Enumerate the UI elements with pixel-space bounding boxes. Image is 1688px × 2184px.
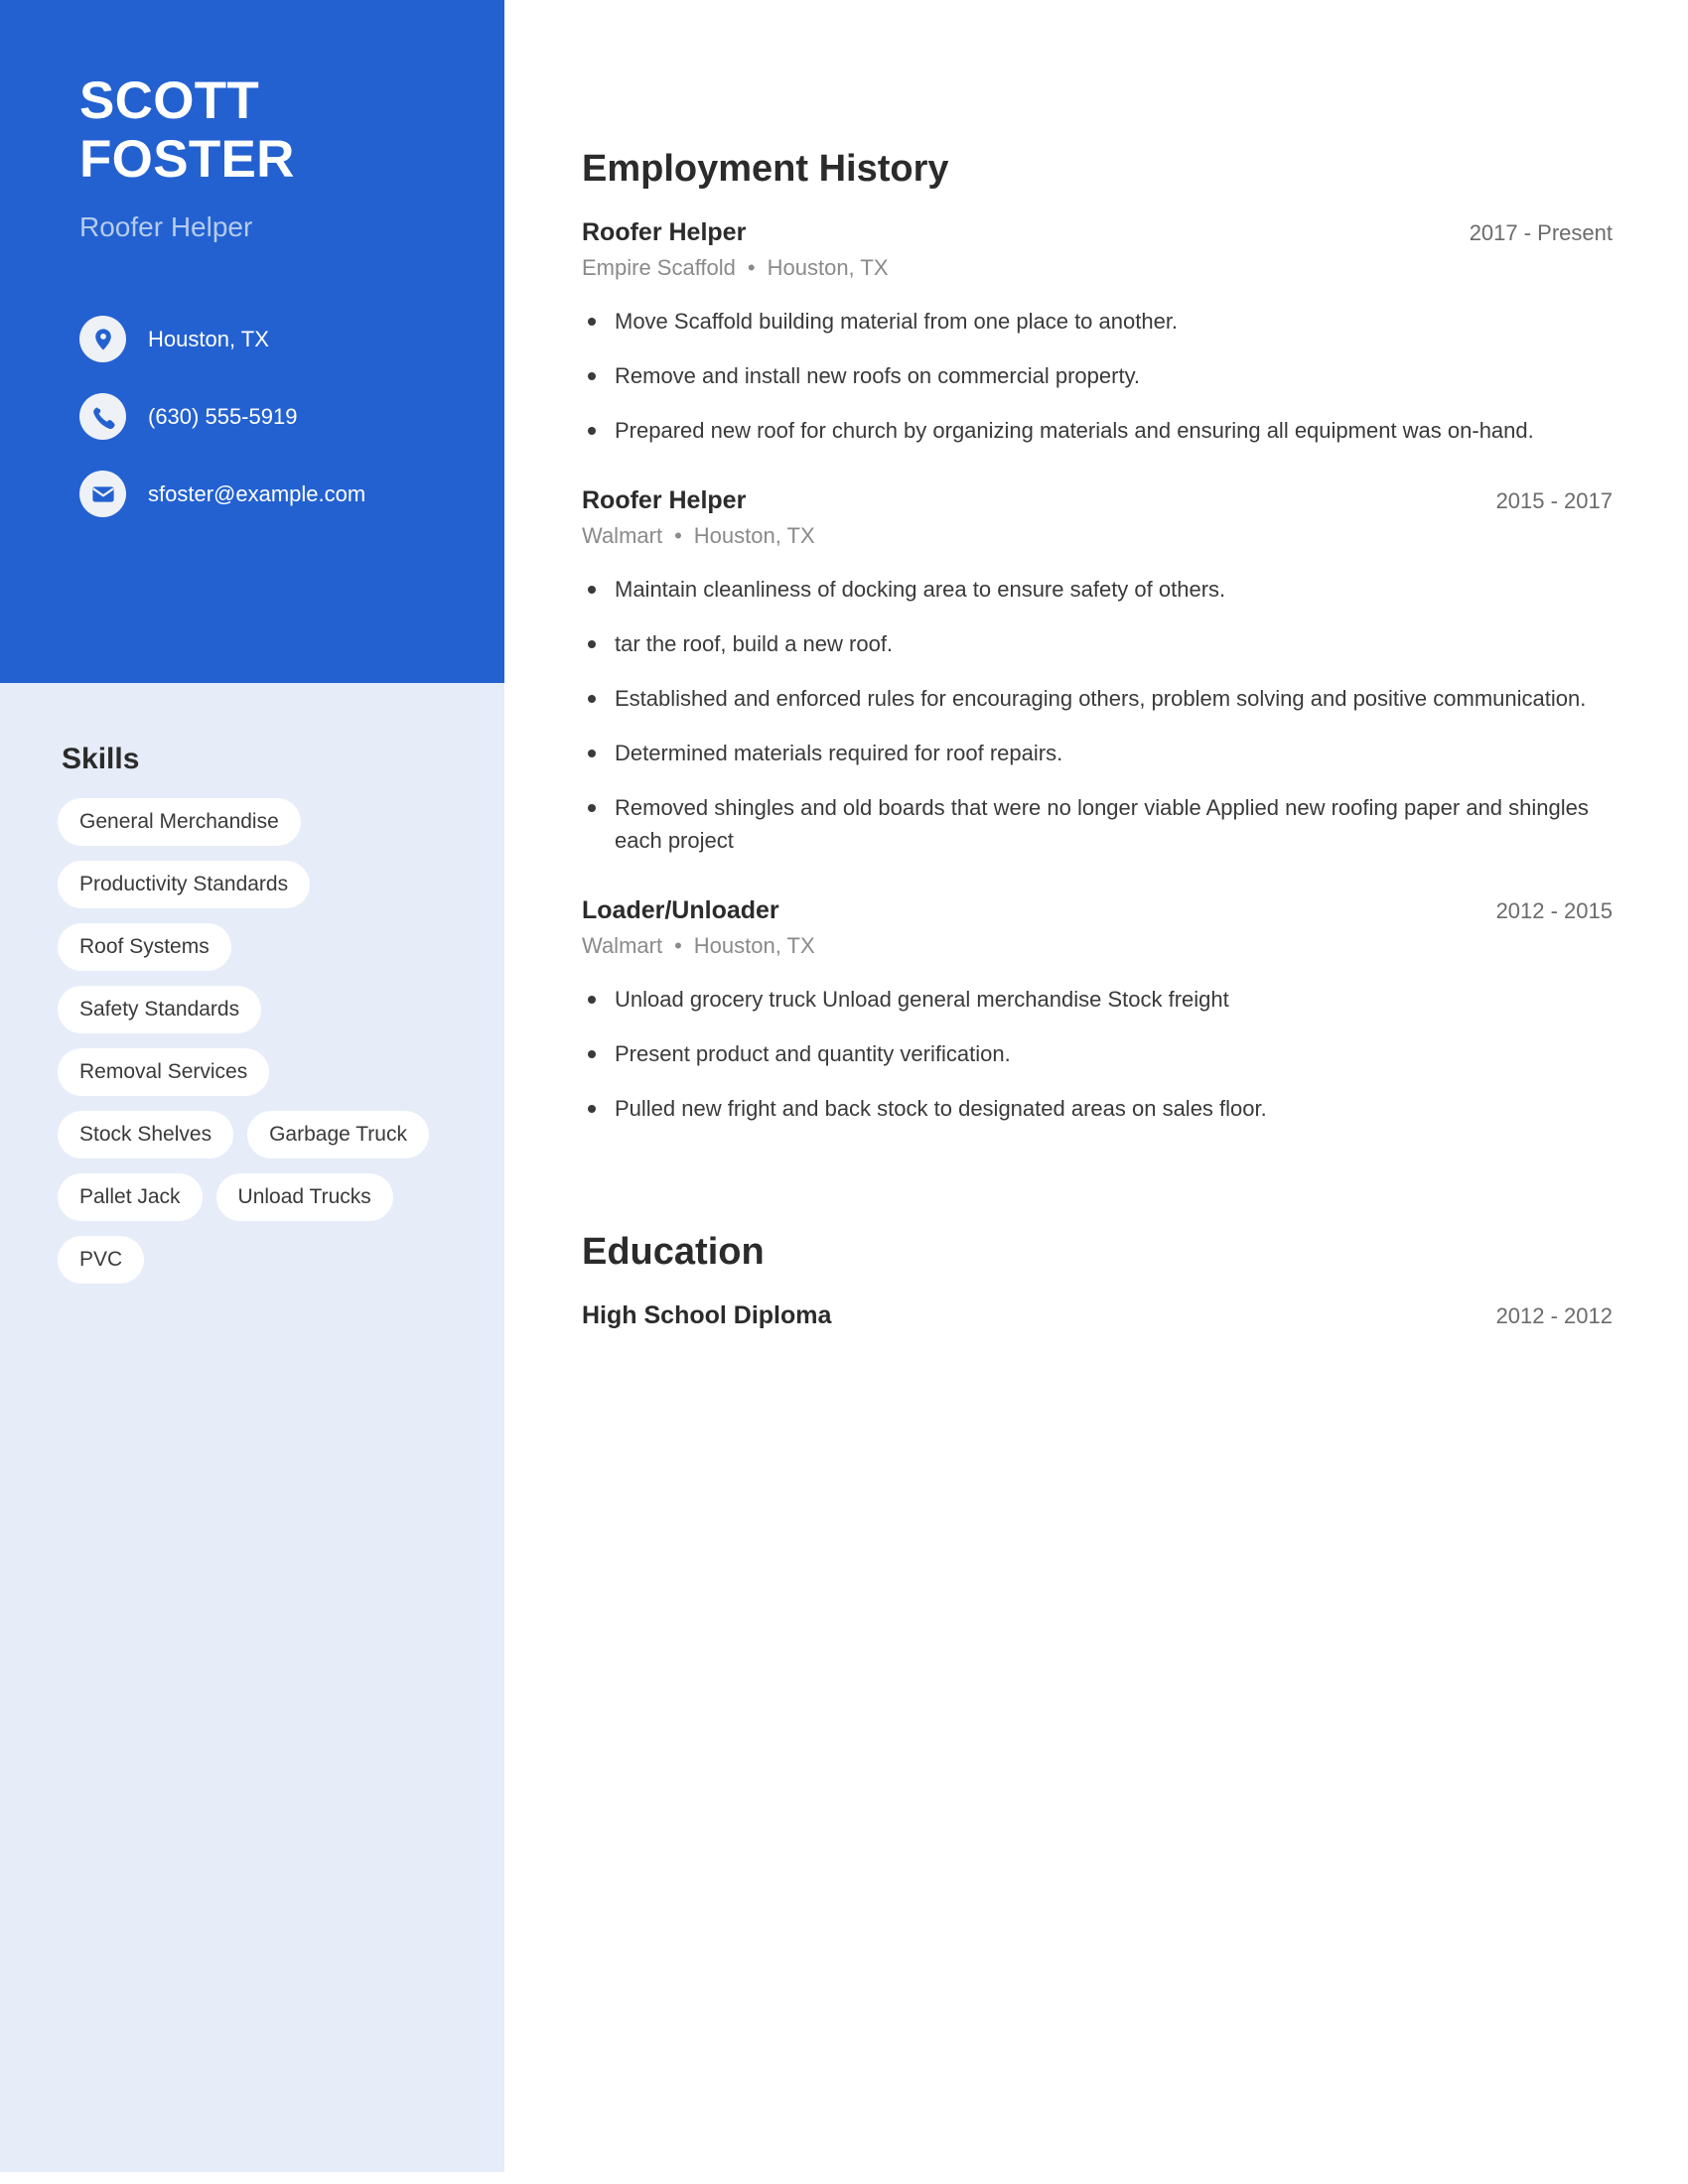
employment-bullet: Present product and quantity verificatio… <box>582 1037 1608 1070</box>
resume-page: SCOTT FOSTER Roofer Helper Houston, TX (… <box>0 0 1688 2184</box>
employment-bullet: Pulled new fright and back stock to desi… <box>582 1092 1608 1125</box>
skill-tag: Roof Systems <box>58 923 231 971</box>
employment-role: Roofer Helper <box>582 218 747 246</box>
employment-company: Empire Scaffold <box>582 255 736 280</box>
contact-email-text: sfoster@example.com <box>148 480 366 506</box>
contact-phone-text: (630) 555-5919 <box>148 403 298 429</box>
employment-entry-header: Loader/Unloader 2012 - 2015 <box>582 894 1613 926</box>
employment-meta: Empire Scaffold • Houston, TX <box>582 253 1613 283</box>
candidate-name: SCOTT FOSTER <box>79 71 425 189</box>
employment-bullet: Move Scaffold building material from one… <box>582 305 1608 338</box>
candidate-job-title: Roofer Helper <box>79 211 253 242</box>
employment-bullet: Established and enforced rules for encou… <box>582 682 1608 715</box>
employment-location: Houston, TX <box>693 523 815 548</box>
employment-dates: 2015 - 2017 <box>1495 488 1613 513</box>
skill-tag: Removal Services <box>58 1048 270 1096</box>
sidebar: SCOTT FOSTER Roofer Helper Houston, TX (… <box>0 0 504 2172</box>
employment-location: Houston, TX <box>767 255 889 280</box>
employment-bullet: tar the roof, build a new roof. <box>582 627 1608 660</box>
employment-bullet: Remove and install new roofs on commerci… <box>582 359 1608 392</box>
sidebar-header: SCOTT FOSTER Roofer Helper Houston, TX (… <box>0 0 504 683</box>
employment-bullets: Maintain cleanliness of docking area to … <box>582 573 1613 857</box>
contact-item-email: sfoster@example.com <box>79 471 425 517</box>
employment-dates: 2017 - Present <box>1469 220 1613 245</box>
employment-history-heading: Employment History <box>582 148 949 190</box>
skill-tag: Safety Standards <box>58 986 262 1033</box>
skills-heading: Skills <box>62 743 140 775</box>
employment-bullets: Unload grocery truck Unload general merc… <box>582 983 1613 1125</box>
skill-tag: Pallet Jack <box>58 1173 203 1221</box>
employment-bullet: Unload grocery truck Unload general merc… <box>582 983 1608 1016</box>
candidate-last-name: FOSTER <box>79 130 295 189</box>
meta-separator: • <box>674 523 682 548</box>
skill-tag: Productivity Standards <box>58 861 311 908</box>
employment-entry-header: Roofer Helper 2017 - Present <box>582 216 1613 248</box>
contact-item-phone: (630) 555-5919 <box>79 393 425 440</box>
employment-dates: 2012 - 2015 <box>1495 898 1613 923</box>
contact-list: Houston, TX (630) 555-5919 sfoster@examp… <box>79 316 425 517</box>
skill-tag-list: General Merchandise Productivity Standar… <box>58 798 447 1284</box>
skill-tag: General Merchandise <box>58 798 301 846</box>
main-content: Employment History Roofer Helper 2017 - … <box>504 0 1688 2184</box>
employment-meta: Walmart • Houston, TX <box>582 521 1613 551</box>
employment-meta: Walmart • Houston, TX <box>582 931 1613 961</box>
education-dates: 2012 - 2012 <box>1495 1303 1613 1328</box>
phone-icon <box>79 393 126 440</box>
skill-tag: Stock Shelves <box>58 1111 234 1159</box>
employment-entry: Roofer Helper 2017 - Present Empire Scaf… <box>582 216 1613 447</box>
employment-bullets: Move Scaffold building material from one… <box>582 305 1613 447</box>
employment-bullet: Prepared new roof for church by organizi… <box>582 414 1608 447</box>
employment-entry-header: Roofer Helper 2015 - 2017 <box>582 484 1613 516</box>
employment-role: Roofer Helper <box>582 486 747 514</box>
employment-location: Houston, TX <box>693 933 815 958</box>
employment-entry: Roofer Helper 2015 - 2017 Walmart • Housto… <box>582 484 1613 857</box>
candidate-first-name: SCOTT <box>79 71 260 130</box>
employment-bullet: Maintain cleanliness of docking area to … <box>582 573 1608 606</box>
education-entry-header: High School Diploma 2012 - 2012 <box>582 1299 1613 1331</box>
skill-tag: PVC <box>58 1236 145 1284</box>
meta-separator: • <box>674 933 682 958</box>
contact-location-text: Houston, TX <box>148 326 269 351</box>
education-degree: High School Diploma <box>582 1301 832 1329</box>
education-entry: High School Diploma 2012 - 2012 <box>582 1299 1613 1331</box>
location-pin-icon <box>79 316 126 362</box>
employment-role: Loader/Unloader <box>582 896 779 924</box>
employment-bullet: Removed shingles and old boards that wer… <box>582 791 1608 857</box>
employment-bullet: Determined materials required for roof r… <box>582 737 1608 769</box>
skill-tag: Garbage Truck <box>247 1111 429 1159</box>
skills-section: Skills General Merchandise Productivity … <box>0 683 504 1284</box>
meta-separator: • <box>747 255 756 280</box>
contact-item-location: Houston, TX <box>79 316 425 362</box>
skill-tag: Unload Trucks <box>215 1173 393 1221</box>
employment-company: Walmart <box>582 523 663 548</box>
employment-company: Walmart <box>582 933 663 958</box>
envelope-icon <box>79 471 126 517</box>
employment-entry: Loader/Unloader 2012 - 2015 Walmart • Hous… <box>582 894 1613 1125</box>
education-heading: Education <box>582 1231 765 1273</box>
